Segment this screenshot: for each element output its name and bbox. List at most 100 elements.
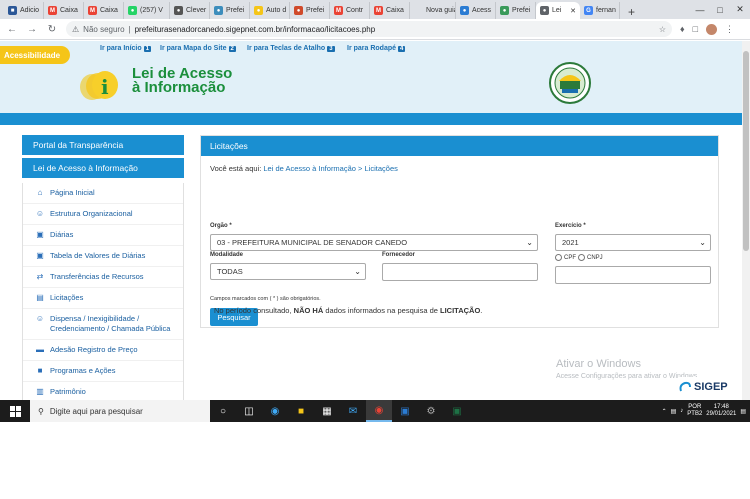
word-icon[interactable]: ▣ <box>392 400 418 422</box>
address-toolbar: ← → ↻ ⚠ Não seguro | prefeiturasenadorca… <box>0 19 750 40</box>
browser-tab-strip: ■ Adicio M Caixa M Caixa ● (257) V ● Clever ● Prefe… <box>0 0 750 19</box>
browser-tab[interactable]: Nova guia <box>410 2 456 19</box>
skip-link-label: Ir para Teclas de Atalho <box>247 45 326 52</box>
volume-icon[interactable]: ♪ <box>680 408 683 414</box>
skip-link-number: 2 <box>228 46 236 52</box>
modalidade-label: Modalidade <box>210 252 244 258</box>
browser-tab[interactable]: ■ Adicio <box>4 2 44 19</box>
chevron-down-icon: ⌄ <box>526 238 533 247</box>
browser-tab-label: Prefei <box>226 7 245 14</box>
licitacoes-panel: Licitações Você está aqui: Lei de Acesso… <box>200 135 719 328</box>
back-icon[interactable]: ← <box>6 24 18 35</box>
tab-favicon-icon: G <box>584 6 593 15</box>
page-scrollbar[interactable] <box>742 41 750 400</box>
file-explorer-icon[interactable]: ■ <box>288 400 314 422</box>
sidebar-item[interactable]: ☺ Dispensa / Inexigibilidade / Credenciam… <box>23 309 183 340</box>
sidebar-item[interactable]: ⌂ Página Inicial <box>23 183 183 204</box>
sidebar-item[interactable]: ▣ Diárias <box>23 225 183 246</box>
menu-dots-icon[interactable]: ⋮ <box>725 24 734 35</box>
browser-tab[interactable]: M Caixa <box>370 2 410 19</box>
browser-tab[interactable]: M Caixa <box>84 2 124 19</box>
browser-tab[interactable]: ● Prefei <box>290 2 330 19</box>
modalidade-select[interactable]: TODAS ⌄ <box>210 263 366 280</box>
sidebar-item-label: Patrimônio <box>50 387 86 396</box>
maximize-icon[interactable]: □ <box>710 0 730 19</box>
taskbar-search-box[interactable]: ⚲ Digite aqui para pesquisar <box>30 400 210 422</box>
result-end: . <box>480 306 483 315</box>
close-tab-icon[interactable]: ✕ <box>570 7 576 15</box>
browser-tab[interactable]: ● Auto d <box>250 2 290 19</box>
browser-tab[interactable]: ● Acess <box>456 2 496 19</box>
taskbar-clock[interactable]: 17:48 29/01/2021 <box>706 404 736 418</box>
skip-link-number: 1 <box>143 46 151 52</box>
browser-tab[interactable]: ● (257) V <box>124 2 170 19</box>
sidebar-item[interactable]: ☺ Estrutura Organizacional <box>23 204 183 225</box>
edge-icon[interactable]: ◉ <box>262 400 288 422</box>
city-seal-icon <box>549 62 591 104</box>
extensions-icon[interactable]: ♦ <box>680 24 685 34</box>
cortana-icon[interactable]: ○ <box>210 400 236 422</box>
breadcrumb-current[interactable]: Licitações <box>365 164 398 173</box>
language-indicator[interactable]: POR PTB2 <box>687 404 702 418</box>
sidebar-section-lai[interactable]: Lei de Acesso à Informação <box>22 158 184 178</box>
skip-link-teclas[interactable]: Ir para Teclas de Atalho 3 <box>247 45 335 52</box>
result-prefix: No período consultado, <box>214 306 292 315</box>
scrollbar-thumb[interactable] <box>743 51 749 251</box>
sidebar-portal-transparencia[interactable]: Portal da Transparência <box>22 135 184 155</box>
app-icon[interactable]: ⚙ <box>418 400 444 422</box>
puzzle-icon[interactable]: □ <box>693 24 698 34</box>
browser-tab-label: Auto d <box>266 7 287 14</box>
reload-icon[interactable]: ↻ <box>46 24 58 35</box>
cnpj-radio[interactable] <box>578 254 585 261</box>
sidebar-item[interactable]: ▣ Tabela de Valores de Diárias <box>23 246 183 267</box>
windows-start-icon[interactable] <box>0 400 30 422</box>
exercicio-select[interactable]: 2021 ⌄ <box>555 234 711 251</box>
url-text: prefeiturasenadorcanedo.sigepnet.com.br/… <box>134 24 376 34</box>
tab-favicon-icon: ● <box>214 6 223 15</box>
browser-tab[interactable]: Gfernan <box>580 2 620 19</box>
close-window-icon[interactable]: ✕ <box>730 0 750 19</box>
skip-link-inicio[interactable]: Ir para Início 1 <box>100 45 151 52</box>
excel-icon[interactable]: ▣ <box>444 400 470 422</box>
browser-tab[interactable]: ● Lei ✕ <box>536 2 580 19</box>
cpf-radio[interactable] <box>555 254 562 261</box>
store-icon[interactable]: ▦ <box>314 400 340 422</box>
url-bar[interactable]: ⚠ Não seguro | prefeiturasenadorcanedo.s… <box>66 21 672 37</box>
skip-link-rodape[interactable]: Ir para Rodapé 4 <box>347 45 406 52</box>
notifications-icon[interactable]: ▤ <box>740 408 746 415</box>
fornecedor-input[interactable] <box>382 263 538 281</box>
sidebar-item[interactable]: ▥ Patrimônio <box>23 382 183 400</box>
chevron-up-icon[interactable]: ⌃ <box>662 408 667 415</box>
task-view-icon[interactable]: ◫ <box>236 400 262 422</box>
browser-tab-label: Acess <box>472 7 492 14</box>
header-blue-bar <box>0 113 742 125</box>
chrome-icon[interactable]: ◉ <box>366 400 392 422</box>
browser-tab[interactable]: ● Prefei <box>210 2 250 19</box>
network-icon[interactable]: ▤ <box>671 408 677 415</box>
url-separator: | <box>128 24 131 34</box>
browser-tab-label: Prefei <box>512 7 531 14</box>
cnpj-label: CNPJ <box>587 254 603 261</box>
sidebar-item[interactable]: ■ Programas e Ações <box>23 361 183 382</box>
sigep-swirl-icon <box>679 381 691 392</box>
mail-icon[interactable]: ✉ <box>340 400 366 422</box>
breadcrumb-link-lai[interactable]: Lei de Acesso à Informação <box>263 164 356 173</box>
sigep-logo[interactable]: SIGEP <box>678 377 742 397</box>
orgao-select[interactable]: 03 - PREFEITURA MUNICIPAL DE SENADOR CAN… <box>210 234 538 251</box>
cpf-cnpj-input[interactable] <box>555 266 711 284</box>
skip-link-mapa[interactable]: Ir para Mapa do Site 2 <box>160 45 236 52</box>
bookmark-star-icon[interactable]: ☆ <box>659 25 666 34</box>
sidebar-item[interactable]: ▤ Licitações <box>23 288 183 309</box>
sidebar-item[interactable]: ⇄ Transferências de Recursos <box>23 267 183 288</box>
minimize-icon[interactable]: — <box>690 0 710 19</box>
sidebar-item[interactable]: ▬ Adesão Registro de Preço <box>23 340 183 361</box>
avatar[interactable] <box>706 23 718 35</box>
browser-tab[interactable]: M Caixa <box>44 2 84 19</box>
new-tab-icon[interactable]: + <box>620 5 643 19</box>
browser-tab[interactable]: ● Clever <box>170 2 210 19</box>
browser-tab[interactable]: ● Prefei <box>496 2 536 19</box>
forward-icon[interactable]: → <box>26 24 38 35</box>
browser-tab[interactable]: M Contr <box>330 2 370 19</box>
skip-link-number: 4 <box>398 46 406 52</box>
accessibility-button[interactable]: Acessibilidade <box>0 46 70 64</box>
